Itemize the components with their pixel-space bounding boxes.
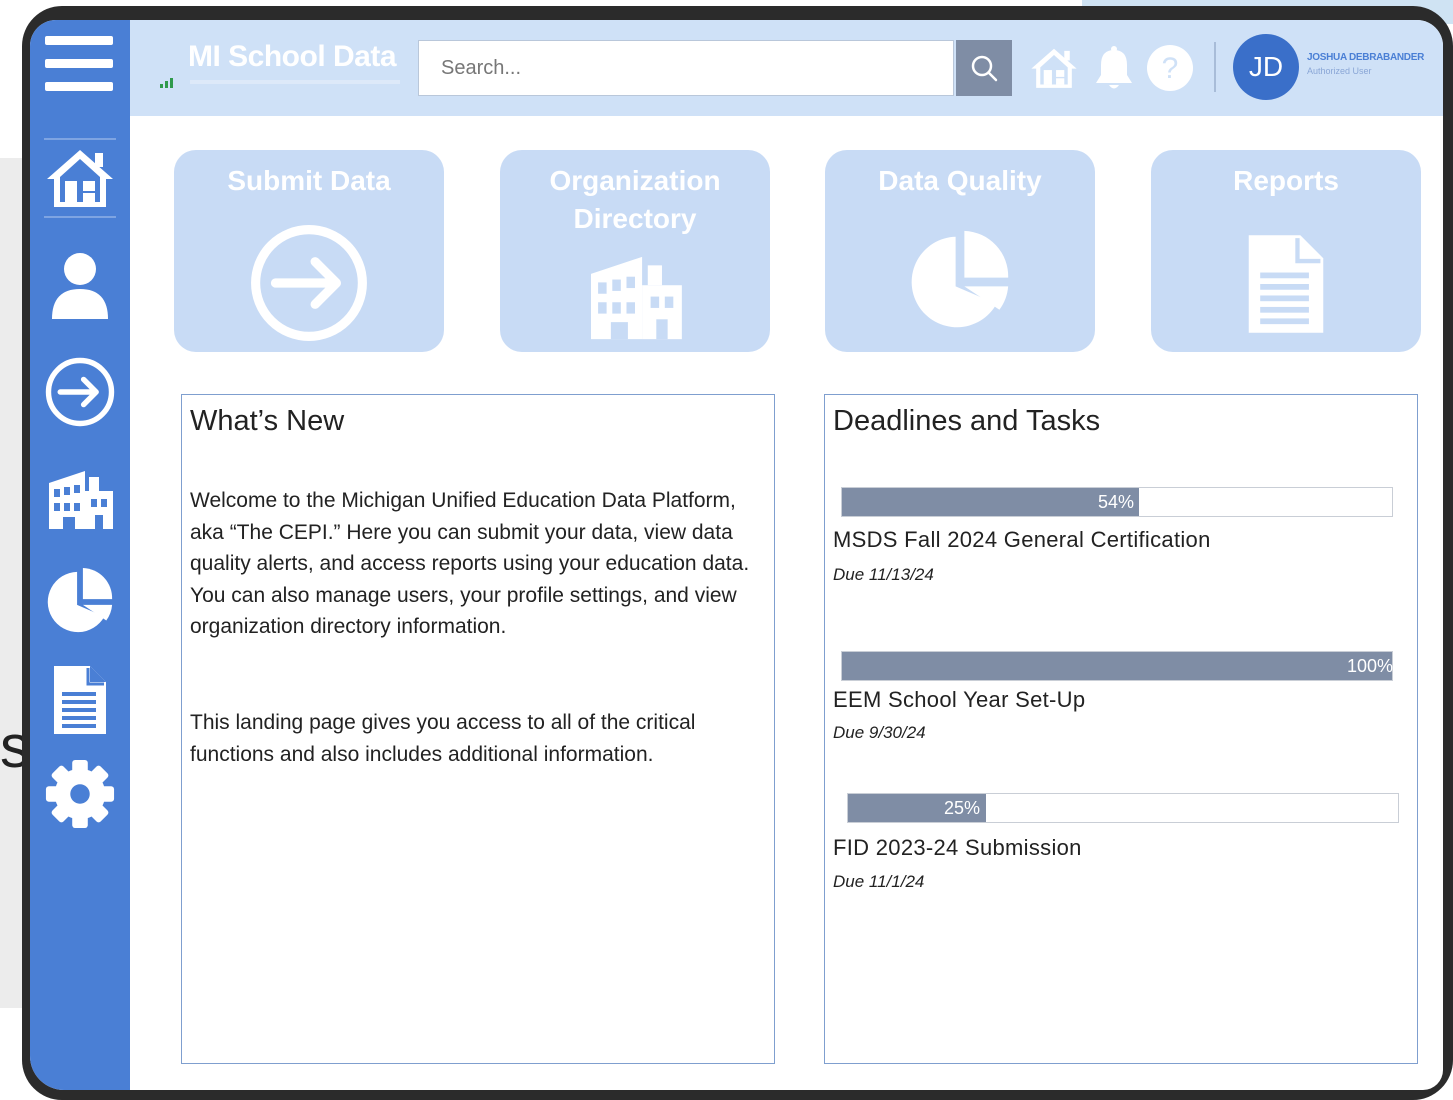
search-box bbox=[418, 40, 954, 96]
task-progress-label: 54% bbox=[1098, 492, 1135, 512]
user-name: JOSHUA DEBRABANDER bbox=[1307, 52, 1425, 63]
task-progress-bar: 100% bbox=[841, 651, 1393, 681]
search-button[interactable] bbox=[956, 40, 1012, 96]
deadlines-title: Deadlines and Tasks bbox=[833, 405, 1101, 437]
task-progress-bar: 54% bbox=[841, 487, 1393, 517]
person-icon bbox=[52, 253, 108, 319]
task-progress-label: 25% bbox=[944, 798, 981, 818]
app-logo-title[interactable]: MI School Data bbox=[188, 40, 397, 74]
top-bar: MI School Data Search... ? JD JOSHUA DEB… bbox=[130, 20, 1443, 116]
avatar[interactable]: JD bbox=[1233, 34, 1299, 100]
arrow-circle-icon bbox=[45, 357, 115, 427]
tablet-frame: MI School Data Search... ? JD JOSHUA DEB… bbox=[22, 6, 1453, 1100]
user-role: Authorized User bbox=[1307, 66, 1372, 76]
arrow-circle-icon bbox=[251, 225, 367, 341]
task-progress-label: 100% bbox=[1347, 656, 1394, 676]
logo-bars-icon bbox=[160, 78, 173, 88]
task-name[interactable]: MSDS Fall 2024 General Certification bbox=[833, 527, 1211, 553]
whats-new-title: What’s New bbox=[190, 405, 345, 437]
sidebar-item-organization[interactable] bbox=[44, 464, 116, 536]
logo-tagline-bar bbox=[190, 80, 400, 84]
menu-icon[interactable] bbox=[45, 36, 113, 94]
task-name[interactable]: FID 2023-24 Submission bbox=[833, 835, 1082, 861]
tile-organization-directory[interactable]: Organization Directory bbox=[500, 150, 770, 352]
sidebar-item-reports[interactable] bbox=[44, 664, 116, 736]
task-progress-fill bbox=[842, 488, 1139, 516]
top-home-button[interactable] bbox=[1030, 44, 1078, 92]
sidebar-item-submit[interactable] bbox=[44, 356, 116, 428]
document-icon bbox=[1248, 235, 1324, 333]
tile-title: Organization Directory bbox=[549, 165, 721, 234]
document-icon bbox=[54, 666, 106, 734]
sidebar-divider bbox=[44, 216, 116, 218]
sidebar bbox=[30, 20, 130, 1090]
task-due-date: Due 11/13/24 bbox=[833, 565, 934, 584]
bell-icon bbox=[1096, 46, 1132, 89]
sidebar-item-home[interactable] bbox=[44, 142, 116, 214]
sidebar-item-profile[interactable] bbox=[44, 250, 116, 322]
task-due-date: Due 9/30/24 bbox=[833, 723, 926, 742]
sidebar-item-settings[interactable] bbox=[44, 758, 116, 830]
tile-title: Data Quality bbox=[878, 165, 1042, 196]
tile-icon-wrap bbox=[500, 254, 770, 342]
tile-reports[interactable]: Reports bbox=[1151, 150, 1421, 352]
search-icon bbox=[971, 55, 998, 82]
building-icon bbox=[591, 256, 682, 340]
tile-submit-data[interactable]: Submit Data bbox=[174, 150, 444, 352]
tile-icon-wrap bbox=[174, 222, 444, 344]
help-icon: ? bbox=[1147, 45, 1193, 91]
deadlines-panel: Deadlines and Tasks 54% MSDS Fall 2024 G… bbox=[824, 394, 1418, 1064]
whats-new-panel: What’s New Welcome to the Michigan Unifi… bbox=[181, 394, 775, 1064]
tile-icon-wrap bbox=[1151, 232, 1421, 336]
tile-title: Reports bbox=[1233, 165, 1339, 196]
task-due-date: Due 11/1/24 bbox=[833, 872, 925, 891]
tile-data-quality[interactable]: Data Quality bbox=[825, 150, 1095, 352]
toolbar-separator bbox=[1214, 42, 1216, 92]
search-input[interactable] bbox=[419, 41, 953, 95]
task-progress-fill bbox=[842, 652, 1392, 680]
home-icon bbox=[47, 150, 113, 207]
task-progress-bar: 25% bbox=[847, 793, 1399, 823]
gear-icon bbox=[45, 759, 115, 829]
app-screen: MI School Data Search... ? JD JOSHUA DEB… bbox=[30, 20, 1443, 1090]
pie-chart-icon bbox=[47, 567, 113, 633]
notifications-button[interactable] bbox=[1090, 44, 1138, 92]
tile-title: Submit Data bbox=[227, 165, 391, 196]
home-icon bbox=[1031, 48, 1077, 88]
building-icon bbox=[49, 471, 113, 529]
tile-icon-wrap bbox=[825, 228, 1095, 336]
task-name[interactable]: EEM School Year Set-Up bbox=[833, 687, 1085, 713]
sidebar-divider bbox=[44, 138, 116, 140]
svg-text:?: ? bbox=[1162, 52, 1179, 85]
whats-new-paragraph: This landing page gives you access to al… bbox=[190, 711, 696, 766]
help-button[interactable]: ? bbox=[1146, 44, 1194, 92]
pie-chart-icon bbox=[911, 230, 1009, 328]
whats-new-paragraph: Welcome to the Michigan Unified Educatio… bbox=[190, 489, 750, 638]
sidebar-item-data-quality[interactable] bbox=[44, 566, 116, 638]
